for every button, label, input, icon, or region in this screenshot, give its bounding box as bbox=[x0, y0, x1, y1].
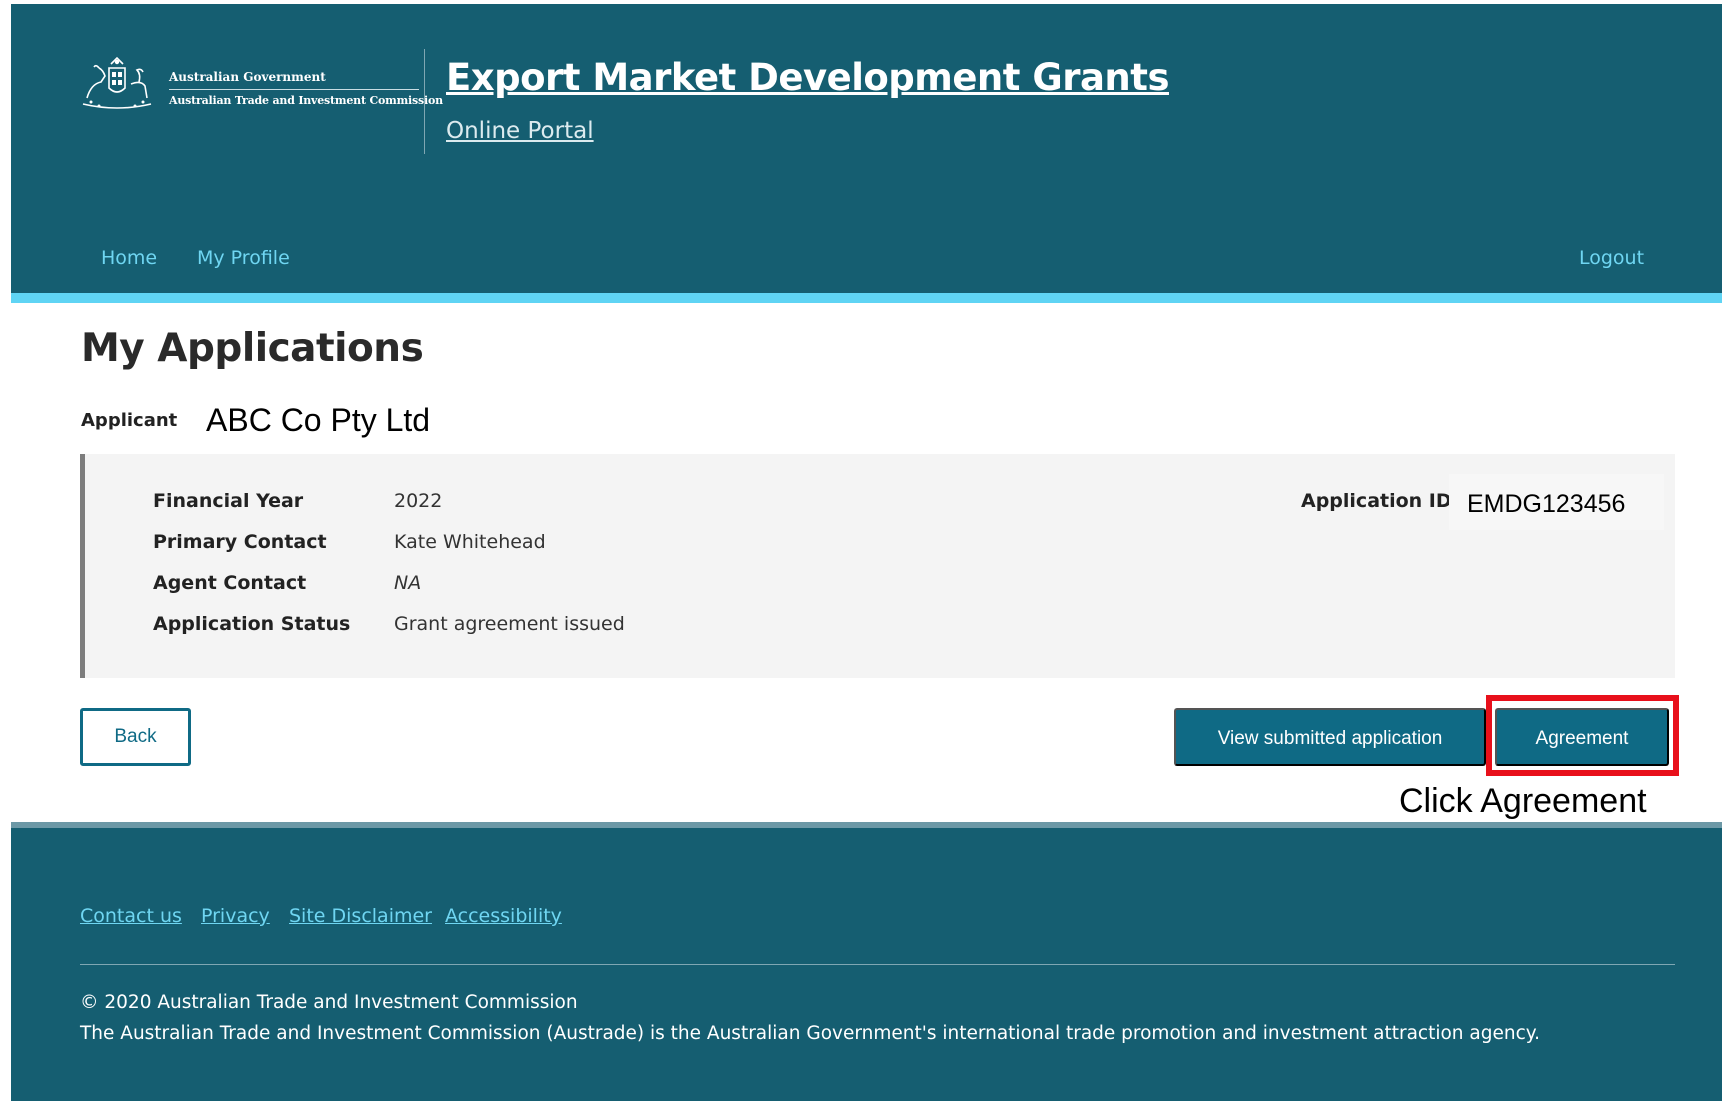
back-button[interactable]: Back bbox=[80, 708, 191, 766]
government-logo[interactable]: Australian Government Australian Trade a… bbox=[79, 54, 443, 114]
agent-contact-label: Agent Contact bbox=[153, 572, 307, 594]
primary-contact-label: Primary Contact bbox=[153, 531, 327, 553]
coat-of-arms-icon bbox=[82, 56, 152, 109]
logo-divider bbox=[169, 89, 419, 90]
footer-link-accessibility[interactable]: Accessibility bbox=[445, 905, 562, 927]
footer-divider bbox=[80, 964, 1675, 965]
instruction-callout: Click Agreement bbox=[1399, 782, 1647, 820]
site-subtitle-link[interactable]: Online Portal bbox=[446, 118, 594, 144]
logo-government-text: Australian Government bbox=[169, 70, 326, 84]
view-submitted-application-button[interactable]: View submitted application bbox=[1174, 708, 1486, 766]
footer-link-contact-us[interactable]: Contact us bbox=[80, 905, 182, 927]
nav-logout[interactable]: Logout bbox=[1579, 247, 1644, 269]
site-title-link[interactable]: Export Market Development Grants bbox=[446, 56, 1169, 99]
header-divider bbox=[424, 49, 425, 154]
footer-description: The Australian Trade and Investment Comm… bbox=[80, 1023, 1540, 1044]
applicant-name: ABC Co Pty Ltd bbox=[206, 402, 431, 438]
application-status-value: Grant agreement issued bbox=[394, 613, 625, 635]
application-details-panel bbox=[80, 454, 1675, 678]
application-status-label: Application Status bbox=[153, 613, 351, 635]
financial-year-label: Financial Year bbox=[153, 490, 304, 512]
applicant-label: Applicant bbox=[81, 410, 178, 431]
financial-year-value: 2022 bbox=[394, 490, 443, 512]
nav-my-profile[interactable]: My Profile bbox=[197, 247, 290, 269]
page: Australian Government Australian Trade a… bbox=[11, 4, 1722, 1101]
application-id-field: EMDG123456 bbox=[1449, 474, 1664, 530]
logo-agency-text: Australian Trade and Investment Commissi… bbox=[169, 94, 443, 107]
footer-link-privacy[interactable]: Privacy bbox=[201, 905, 270, 927]
footer-copyright: © 2020 Australian Trade and Investment C… bbox=[80, 992, 578, 1013]
application-id-label: Application ID bbox=[1301, 490, 1452, 512]
application-id-value: EMDG123456 bbox=[1467, 490, 1626, 518]
nav-home[interactable]: Home bbox=[101, 247, 157, 269]
footer-link-site-disclaimer[interactable]: Site Disclaimer bbox=[289, 905, 432, 927]
header-accent-bar bbox=[11, 293, 1722, 303]
page-title: My Applications bbox=[81, 326, 424, 371]
primary-contact-value: Kate Whitehead bbox=[394, 531, 546, 553]
agreement-highlight-box bbox=[1486, 695, 1679, 776]
agent-contact-value: NA bbox=[394, 572, 422, 594]
